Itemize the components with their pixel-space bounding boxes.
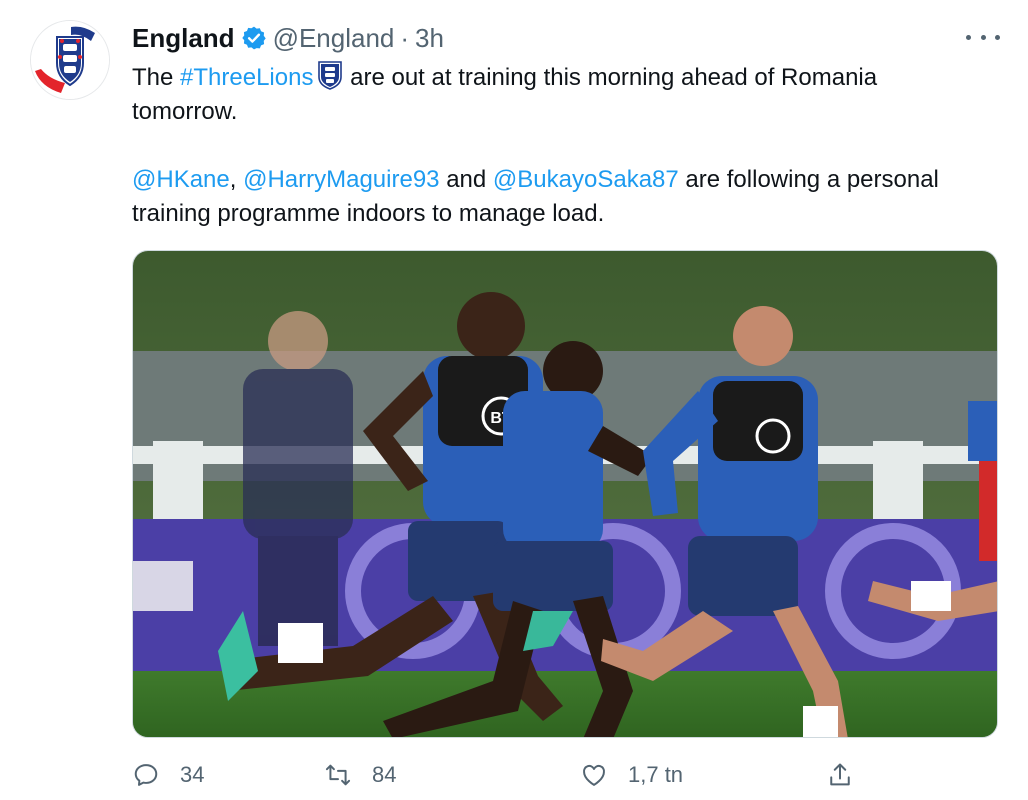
like-icon [583,764,605,786]
handle[interactable]: @England [273,23,395,54]
text-line-2: tomorrow. [132,98,238,125]
retweet-button[interactable]: 84 [324,758,396,792]
text-and: and [439,166,493,193]
tweet-header: England @England · 3h [132,22,444,54]
reply-icon [134,764,158,786]
timestamp[interactable]: 3h [415,23,444,54]
training-photo: BT [133,251,997,737]
verified-badge-icon [241,26,266,50]
mention-harrymaguire93[interactable]: @HarryMaguire93 [243,166,439,193]
tweet-text: The #ThreeLions are out at training this… [132,60,1012,231]
text-line-1: The #ThreeLions are out at training this… [132,60,1012,95]
hashtag-link[interactable]: #ThreeLions [180,64,313,91]
text-comma: , [229,166,244,193]
tweet-actions: 34 84 1,7 tn [132,758,872,792]
share-button[interactable] [826,758,854,792]
separator: · [400,22,410,53]
mention-bukayosaka87[interactable]: @BukayoSaka87 [493,166,679,193]
avatar[interactable] [30,20,110,100]
retweet-count: 84 [372,762,397,787]
mention-hkane[interactable]: @HKane [132,166,230,193]
tweet[interactable]: England @England · 3h The #ThreeLions ar… [0,0,1028,800]
reply-count: 34 [180,762,205,787]
three-lions-crest-icon [318,61,343,90]
tweet-photo[interactable]: BT [132,250,998,738]
more-icon[interactable] [966,26,1000,48]
retweet-icon [325,764,351,786]
text-line-3: @HKane, @HarryMaguire93 and @BukayoSaka8… [132,163,1012,197]
text-line-4: training programme indoors to manage loa… [132,200,605,227]
text-suffix-1: are out at training this morning ahead o… [343,64,878,91]
like-button[interactable]: 1,7 tn [580,758,683,792]
text-suffix-3: are following a personal [678,166,939,193]
england-crest-icon [31,21,109,99]
share-icon [830,763,850,786]
reply-button[interactable]: 34 [132,758,204,792]
display-name[interactable]: England [132,23,235,54]
text-prefix: The [132,64,181,91]
like-count: 1,7 tn [628,762,684,787]
